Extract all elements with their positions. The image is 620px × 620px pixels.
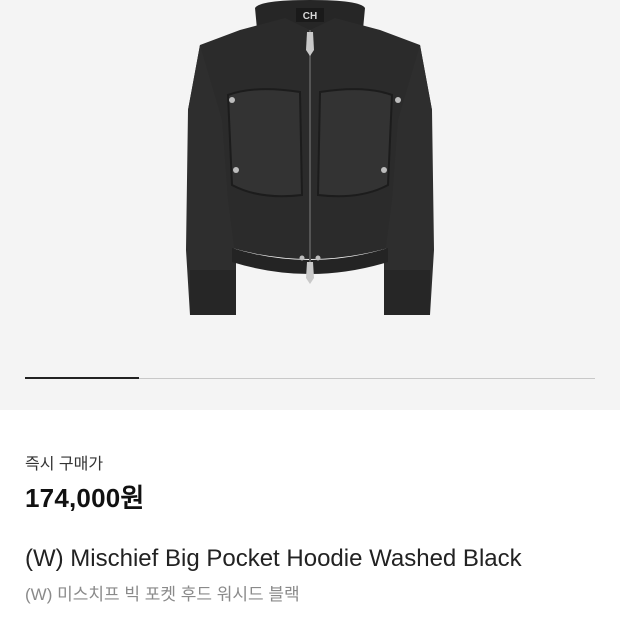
price-label: 즉시 구매가 [25,456,104,473]
hoodie-image: CH [186,0,434,315]
hoodie-logo: CH [303,11,317,22]
product-title: (W) Mischief Big Pocket Hoodie Washed Bl… [25,545,522,572]
product-image-area[interactable]: CH [0,0,620,410]
gallery-indicator-thumb[interactable] [25,377,139,379]
product-subtitle: (W) 미스치프 빅 포켓 후드 워시드 블랙 [25,585,300,604]
price-value: 174,000원 [25,483,145,513]
